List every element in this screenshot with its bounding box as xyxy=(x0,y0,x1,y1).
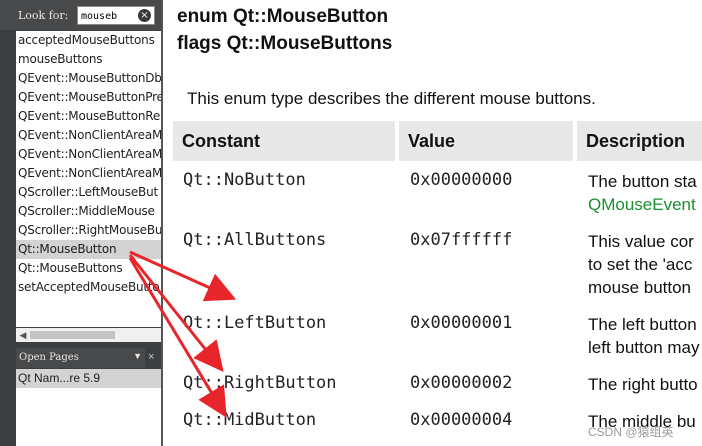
table-header: Constant Value Description xyxy=(173,121,702,161)
description-cell: The left button left button may xyxy=(588,313,702,359)
constant-cell: Qt::MidButton xyxy=(183,410,317,430)
value-cell: 0x07ffffff xyxy=(410,230,513,250)
index-item[interactable]: acceptedMouseButtons xyxy=(16,31,161,50)
constant-cell: Qt::LeftButton xyxy=(183,313,327,333)
index-item[interactable]: QEvent::MouseButtonRel xyxy=(16,107,161,126)
scroll-left-icon[interactable]: ◀ xyxy=(16,328,30,342)
index-item[interactable]: QEvent::MouseButtonPre xyxy=(16,88,161,107)
page-title-enum: enum Qt::MouseButton xyxy=(177,6,389,27)
page-title-flags: flags Qt::MouseButtons xyxy=(177,33,393,54)
index-item[interactable]: QScroller::MiddleMouse xyxy=(16,202,161,221)
description-line: mouse button xyxy=(588,278,692,297)
constant-cell: Qt::AllButtons xyxy=(183,230,327,250)
help-index-pane: Look for: × acceptedMouseButtons mouseBu… xyxy=(0,0,161,446)
value-cell: 0x00000001 xyxy=(410,313,513,333)
description-line: This value cor xyxy=(588,232,694,251)
index-item[interactable]: QEvent::NonClientAreaM xyxy=(16,126,161,145)
index-item[interactable]: QScroller::LeftMouseBut xyxy=(16,183,161,202)
index-item-selected[interactable]: Qt::MouseButton xyxy=(16,240,161,259)
index-list[interactable]: acceptedMouseButtons mouseButtons QEvent… xyxy=(16,31,161,327)
header-constant: Constant xyxy=(173,121,395,161)
enum-description: This enum type describes the different m… xyxy=(187,89,596,108)
scrollbar-thumb[interactable] xyxy=(30,331,115,339)
value-cell: 0x00000000 xyxy=(410,170,513,190)
index-item[interactable]: mouseButtons xyxy=(16,50,161,69)
index-item[interactable]: Qt::MouseButtons xyxy=(16,259,161,278)
index-item[interactable]: QEvent::NonClientAreaM xyxy=(16,164,161,183)
qmouseevent-link[interactable]: QMouseEvent xyxy=(588,193,702,216)
search-input[interactable] xyxy=(81,9,135,23)
description-line: The left button xyxy=(588,315,697,334)
lookfor-label: Look for: xyxy=(18,9,69,22)
value-cell: 0x00000004 xyxy=(410,410,513,430)
description-cell: This value cor to set the 'acc mouse but… xyxy=(588,230,702,299)
search-box[interactable]: × xyxy=(77,6,155,25)
description-cell: The right butto xyxy=(588,373,702,396)
description-line: The button sta xyxy=(588,172,697,191)
constant-cell: Qt::NoButton xyxy=(183,170,306,190)
clear-icon[interactable]: × xyxy=(138,9,151,22)
index-item[interactable]: QEvent::MouseButtonDbl xyxy=(16,69,161,88)
header-description: Description xyxy=(577,121,702,161)
open-page-item[interactable]: Qt Nam...re 5.9 xyxy=(16,369,161,388)
open-pages-list: Qt Nam...re 5.9 xyxy=(16,369,161,446)
description-line: left button may xyxy=(588,338,700,357)
index-item[interactable]: QEvent::NonClientAreaM xyxy=(16,145,161,164)
header-value: Value xyxy=(399,121,573,161)
open-pages-header: Open Pages ▼ xyxy=(16,348,145,368)
documentation-content: enum Qt::MouseButton flags Qt::MouseButt… xyxy=(161,0,702,446)
value-cell: 0x00000002 xyxy=(410,373,513,393)
chevron-down-icon[interactable]: ▼ xyxy=(133,351,142,361)
description-line: The right butto xyxy=(588,375,698,394)
constant-cell: Qt::RightButton xyxy=(183,373,337,393)
open-pages-label: Open Pages xyxy=(19,352,79,363)
description-line: to set the 'acc xyxy=(588,255,693,274)
index-item[interactable]: QScroller::RightMouseBu xyxy=(16,221,161,240)
close-icon[interactable]: × xyxy=(148,351,154,363)
horizontal-scrollbar[interactable]: ◀ xyxy=(16,328,161,342)
index-item[interactable]: setAcceptedMouseButto xyxy=(16,278,161,297)
description-cell: The button sta QMouseEvent xyxy=(588,170,702,216)
lookfor-bar: Look for: × xyxy=(0,0,161,30)
watermark: CSDN @猿组英 xyxy=(588,425,674,439)
